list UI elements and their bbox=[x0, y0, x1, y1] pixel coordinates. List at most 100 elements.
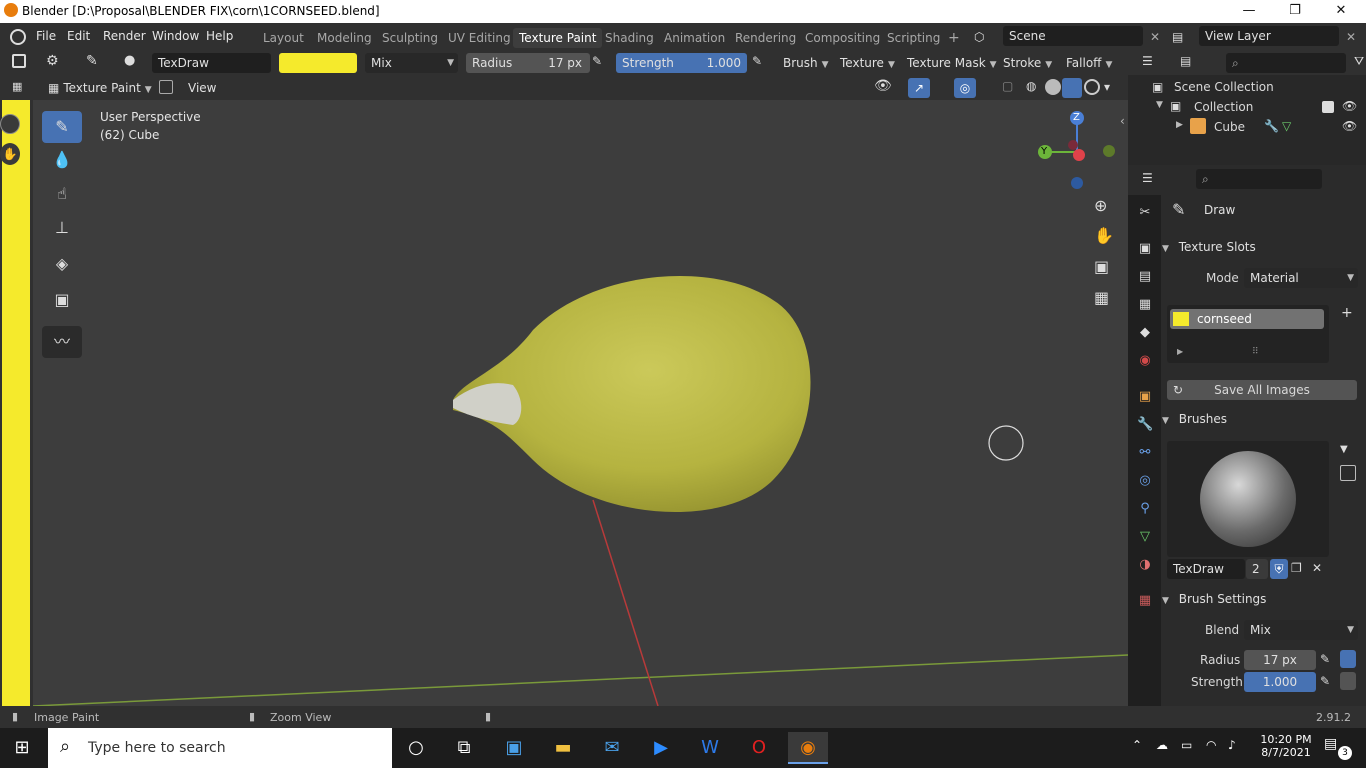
volume-icon[interactable]: ♪ bbox=[1228, 738, 1236, 752]
blender-menu-icon[interactable] bbox=[10, 29, 26, 45]
radius-slider[interactable]: Radius 17 px bbox=[466, 53, 590, 73]
tab-sculpting[interactable]: Sculpting bbox=[376, 28, 444, 48]
tab-layout[interactable]: Layout bbox=[257, 28, 310, 48]
save-all-images-button[interactable]: ↻ Save All Images bbox=[1167, 380, 1357, 400]
wireframe-shading-icon[interactable]: ◍ bbox=[1026, 79, 1036, 93]
blend-mode-dropdown[interactable]: Mix ▼ bbox=[365, 53, 458, 73]
expand-arrow-icon[interactable]: ▶ bbox=[1176, 120, 1183, 130]
smear-tool-icon[interactable]: ☝ bbox=[42, 178, 82, 210]
output-tab-icon[interactable]: ▤ bbox=[1137, 269, 1153, 285]
brush-browser-dropdown-icon[interactable]: ▼ bbox=[1340, 444, 1348, 455]
menu-file[interactable]: File bbox=[36, 29, 56, 43]
brush-radius-field[interactable]: 17 px bbox=[1244, 650, 1316, 670]
chevron-down-icon[interactable]: ▾ bbox=[1104, 80, 1110, 94]
brush-stroke-icon[interactable]: ✎ bbox=[86, 53, 98, 69]
object-visibility-eye-icon[interactable]: 👁 bbox=[1342, 119, 1357, 133]
radius-pressure-icon[interactable]: ✎ bbox=[1320, 652, 1330, 666]
fill-tool-icon[interactable]: ◈ bbox=[42, 248, 82, 280]
brush-users-count[interactable]: 2 bbox=[1246, 559, 1268, 579]
notifications-icon[interactable]: ▤ bbox=[1324, 736, 1337, 752]
duplicate-brush-icon[interactable]: ❐ bbox=[1291, 561, 1302, 575]
strength-unified-toggle-icon[interactable] bbox=[1340, 672, 1356, 690]
radius-unit-toggle-icon[interactable] bbox=[1340, 650, 1356, 668]
opera-icon[interactable]: O bbox=[739, 732, 779, 764]
brush-image-icon[interactable] bbox=[1340, 465, 1356, 481]
zoom-app-icon[interactable]: ▶ bbox=[641, 732, 681, 764]
windows-start-icon[interactable]: ⊞ bbox=[2, 732, 42, 764]
menu-render[interactable]: Render bbox=[103, 29, 146, 43]
task-view-icon[interactable]: ⧉ bbox=[444, 732, 484, 764]
3d-viewport[interactable]: User Perspective (62) Cube Z Y ⊕ ✋ ▣ ▦ ‹… bbox=[33, 100, 1128, 706]
tab-compositing[interactable]: Compositing bbox=[799, 28, 886, 48]
battery-icon[interactable]: ▭ bbox=[1181, 738, 1192, 752]
brush-settings-panel-header[interactable]: ▼ Brush Settings bbox=[1162, 592, 1362, 614]
scene-tab-icon[interactable]: ◆ bbox=[1137, 325, 1153, 341]
store-icon[interactable]: ▣ bbox=[494, 732, 534, 764]
expand-arrow-icon[interactable]: ▶ bbox=[1177, 347, 1183, 356]
scene-remove-icon[interactable]: ✕ bbox=[1150, 30, 1160, 44]
scene-name-field[interactable]: Scene bbox=[1003, 26, 1143, 46]
object-label[interactable]: Cube bbox=[1214, 120, 1245, 134]
close-button[interactable]: ✕ bbox=[1318, 0, 1364, 23]
mail-icon[interactable]: ✉ bbox=[592, 732, 632, 764]
rendered-shading-icon[interactable] bbox=[1084, 79, 1100, 95]
view-menu[interactable]: View bbox=[184, 78, 220, 98]
brush-preview[interactable] bbox=[1167, 441, 1329, 557]
overlays-toggle-icon[interactable]: ◎ bbox=[954, 78, 976, 98]
brush-name-datablock[interactable]: TexDraw bbox=[1167, 559, 1245, 579]
annotate-tool-icon[interactable]: 〰 bbox=[42, 326, 82, 358]
move-view-icon[interactable] bbox=[0, 114, 20, 134]
collection-visibility-eye-icon[interactable]: 👁 bbox=[1342, 99, 1357, 113]
perspective-grid-icon[interactable]: ▦ bbox=[1094, 288, 1109, 307]
pan-hand-icon[interactable]: ✋ bbox=[1094, 226, 1114, 245]
texture-mask-menu[interactable]: Texture Mask ▼ bbox=[903, 53, 1001, 73]
editor-type-icon[interactable] bbox=[12, 54, 26, 68]
tab-shading[interactable]: Shading bbox=[599, 28, 660, 48]
stroke-menu[interactable]: Stroke ▼ bbox=[999, 53, 1056, 73]
brush-color-swatch[interactable] bbox=[279, 53, 357, 73]
mode-dropdown[interactable]: ▦ Texture Paint ▼ bbox=[44, 78, 156, 98]
filter-icon[interactable]: ⛛ bbox=[1354, 54, 1364, 69]
texture-mode-dropdown[interactable]: Material ▼ bbox=[1244, 268, 1358, 288]
cortana-icon[interactable]: ○ bbox=[396, 732, 436, 764]
tab-scripting[interactable]: Scripting bbox=[881, 28, 946, 48]
zoom-icon[interactable]: ⊕ bbox=[1094, 196, 1107, 215]
texture-slots-panel-header[interactable]: ▼ Texture Slots bbox=[1162, 240, 1362, 262]
texture-tab-icon[interactable]: ▦ bbox=[1137, 593, 1153, 609]
material-tab-icon[interactable]: ◑ bbox=[1137, 557, 1153, 573]
world-tab-icon[interactable]: ◉ bbox=[1137, 353, 1153, 369]
add-workspace-button[interactable]: + bbox=[942, 28, 966, 48]
hand-pan-icon[interactable]: ✋ bbox=[0, 143, 20, 165]
scene-collection-label[interactable]: Scene Collection bbox=[1174, 80, 1274, 94]
menu-edit[interactable]: Edit bbox=[67, 29, 90, 43]
maximize-button[interactable]: ❐ bbox=[1272, 0, 1318, 23]
expand-arrow-icon[interactable]: ▼ bbox=[1156, 100, 1163, 110]
properties-editor-type-icon[interactable]: ☰ bbox=[1142, 171, 1153, 185]
brush-name-field[interactable]: TexDraw bbox=[152, 53, 271, 73]
menu-window[interactable]: Window bbox=[152, 29, 199, 43]
clone-tool-icon[interactable]: ⊥ bbox=[42, 212, 82, 244]
brush-strength-field[interactable]: 1.000 bbox=[1244, 672, 1316, 692]
strength-slider[interactable]: Strength 1.000 bbox=[616, 53, 747, 73]
blender-taskbar-icon[interactable]: ◉ bbox=[788, 732, 828, 764]
tab-rendering[interactable]: Rendering bbox=[729, 28, 802, 48]
visibility-eye-icon[interactable]: 👁 bbox=[874, 78, 892, 94]
add-slot-button[interactable]: + bbox=[1341, 305, 1353, 321]
falloff-menu[interactable]: Falloff ▼ bbox=[1062, 53, 1116, 73]
material-preview-shading-icon[interactable] bbox=[1062, 78, 1082, 98]
tool-tab-icon[interactable]: ✂ bbox=[1137, 205, 1153, 221]
brushes-panel-header[interactable]: ▼ Brushes bbox=[1162, 412, 1362, 434]
fake-user-shield-icon[interactable]: ⛨ bbox=[1270, 559, 1288, 579]
clock[interactable]: 10:20 PM 8/7/2021 bbox=[1258, 733, 1314, 759]
unlink-brush-icon[interactable]: ✕ bbox=[1312, 561, 1322, 575]
minimize-button[interactable]: — bbox=[1226, 0, 1272, 23]
brush-menu[interactable]: Brush ▼ bbox=[779, 53, 833, 73]
writer-app-icon[interactable]: W bbox=[690, 732, 730, 764]
view-layer-name-field[interactable]: View Layer bbox=[1199, 26, 1339, 46]
gizmo-toggle-icon[interactable]: ↗ bbox=[908, 78, 930, 98]
paint-mask-toggle[interactable] bbox=[159, 80, 173, 94]
view-layer-tab-icon[interactable]: ▦ bbox=[1137, 297, 1153, 313]
modifier-tab-icon[interactable]: 🔧 bbox=[1137, 417, 1153, 433]
collection-checkbox[interactable] bbox=[1322, 101, 1334, 113]
camera-icon[interactable]: ▣ bbox=[1094, 257, 1109, 276]
